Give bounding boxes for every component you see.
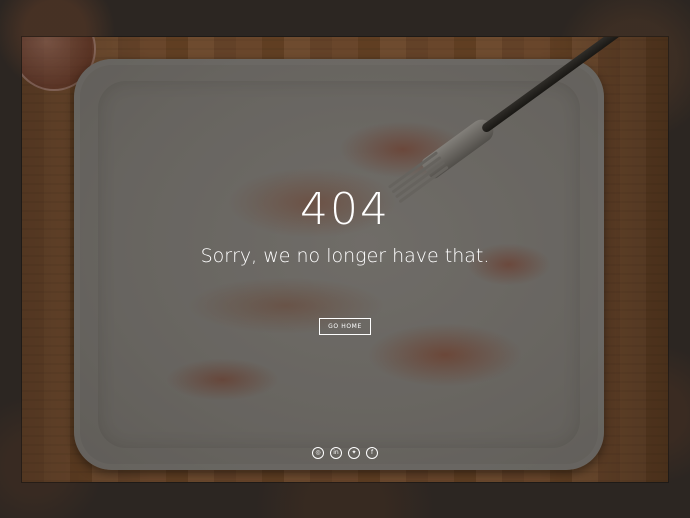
facebook-icon[interactable]: f bbox=[366, 447, 378, 459]
error-content: 404 Sorry, we no longer have that. GO HO… bbox=[0, 0, 690, 518]
go-home-button[interactable]: GO HOME bbox=[319, 318, 371, 335]
instagram-icon[interactable]: ◎ bbox=[312, 447, 324, 459]
linkedin-icon[interactable]: in bbox=[330, 447, 342, 459]
error-code: 404 bbox=[300, 184, 390, 235]
error-message: Sorry, we no longer have that. bbox=[200, 245, 490, 267]
twitter-icon[interactable]: ✦ bbox=[348, 447, 360, 459]
social-links: ◎ in ✦ f bbox=[312, 447, 378, 461]
